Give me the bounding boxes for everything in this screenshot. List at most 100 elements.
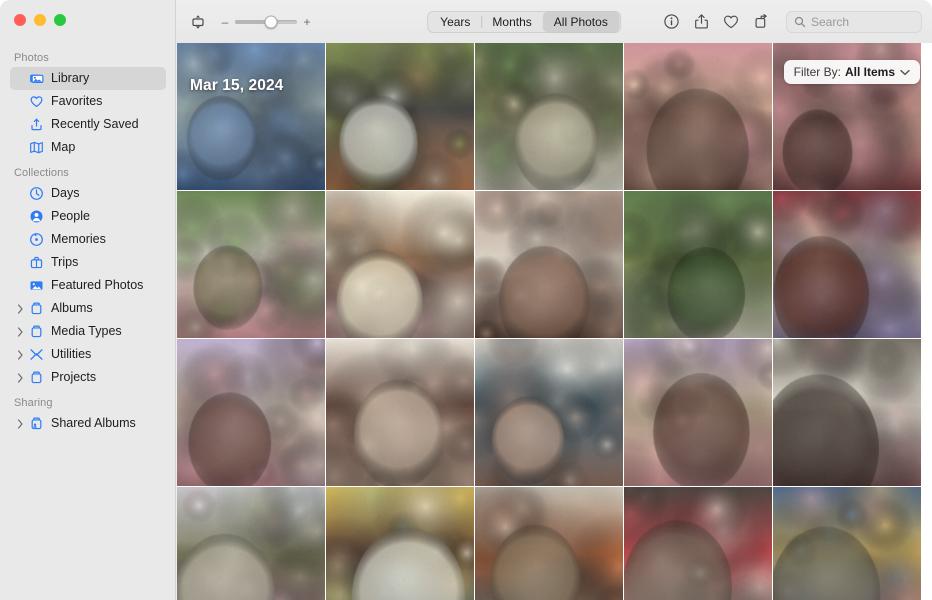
view-mode-years[interactable]: Years: [429, 12, 481, 32]
favorite-heart-icon[interactable]: [718, 10, 744, 34]
toolbar-left-group: – +: [176, 10, 311, 34]
disclosure-chevron-right-icon[interactable]: [14, 418, 26, 429]
disclosure-chevron-right-icon[interactable]: [14, 372, 26, 383]
sidebar-item-albums[interactable]: Albums: [10, 297, 166, 320]
suitcase-icon: [26, 255, 46, 270]
shared-album-icon: [26, 416, 46, 431]
photo-thumbnail[interactable]: [773, 487, 921, 600]
minimize-button[interactable]: [34, 14, 46, 26]
photo-thumbnail[interactable]: [326, 339, 474, 486]
photo-thumbnail[interactable]: [177, 339, 325, 486]
photo-image: [624, 487, 772, 600]
photo-thumbnail[interactable]: [624, 43, 772, 190]
sidebar-item-people[interactable]: People: [10, 205, 166, 228]
photo-thumbnail[interactable]: [326, 191, 474, 338]
info-icon[interactable]: [658, 10, 684, 34]
sidebar-item-recently-saved[interactable]: Recently Saved: [10, 113, 166, 136]
share-icon[interactable]: [688, 10, 714, 34]
photo-image: [773, 339, 921, 486]
photo-thumbnail[interactable]: [475, 487, 623, 600]
sidebar-item-trips[interactable]: Trips: [10, 251, 166, 274]
sidebar-toggle-icon[interactable]: [185, 10, 211, 34]
close-button[interactable]: [14, 14, 26, 26]
photo-thumbnail[interactable]: [177, 191, 325, 338]
memories-icon: [26, 232, 46, 247]
window-controls: [14, 14, 66, 26]
sidebar-item-label: Memories: [51, 232, 106, 247]
photo-image: [624, 191, 772, 338]
disclosure-chevron-right-icon[interactable]: [14, 326, 26, 337]
photo-thumbnail[interactable]: [773, 339, 921, 486]
search-icon: [794, 16, 806, 27]
search-input[interactable]: Search: [786, 10, 922, 33]
album-icon: [26, 370, 46, 385]
photo-thumbnail[interactable]: [475, 339, 623, 486]
rotate-icon[interactable]: [748, 10, 774, 34]
photo-image: [475, 191, 623, 338]
view-mode-months[interactable]: Months: [481, 12, 542, 32]
view-mode-all-photos[interactable]: All Photos: [542, 11, 619, 32]
sidebar-section-header: Collections: [14, 167, 69, 179]
photo-grid-area: Mar 15, 2024 Filter By: All Items: [177, 43, 932, 600]
zoom-slider-thumb[interactable]: [264, 15, 278, 28]
photo-image: [326, 339, 474, 486]
sidebar-item-featured-photos[interactable]: Featured Photos: [10, 274, 166, 297]
sidebar-item-label: Projects: [51, 370, 97, 385]
map-icon: [26, 140, 46, 155]
sidebar-item-label: Featured Photos: [51, 278, 144, 293]
photo-thumbnail[interactable]: [624, 339, 772, 486]
sidebar-item-label: Library: [51, 71, 90, 86]
photo-image: [773, 487, 921, 600]
utilities-icon: [26, 347, 46, 362]
recently-saved-icon: [26, 117, 46, 132]
photo-image: [177, 487, 325, 600]
library-icon: [26, 71, 46, 86]
sidebar-item-label: Utilities: [51, 347, 92, 362]
view-mode-segmented-control[interactable]: Years Months All Photos: [427, 10, 621, 33]
sidebar-item-shared-albums[interactable]: Shared Albums: [10, 412, 166, 435]
sidebar-item-label: Days: [51, 186, 80, 201]
photo-thumbnail[interactable]: [624, 487, 772, 600]
photo-thumbnail[interactable]: [773, 191, 921, 338]
disclosure-chevron-right-icon[interactable]: [14, 303, 26, 314]
scrollbar-thumb[interactable]: [924, 47, 930, 197]
sidebar-item-media-types[interactable]: Media Types: [10, 320, 166, 343]
zoom-in-label[interactable]: +: [303, 16, 311, 28]
maximize-button[interactable]: [54, 14, 66, 26]
photo-thumbnail[interactable]: [475, 191, 623, 338]
photo-image: [326, 191, 474, 338]
photo-image: [624, 339, 772, 486]
search-placeholder: Search: [811, 14, 850, 29]
person-icon: [26, 209, 46, 224]
featured-photos-icon: [26, 278, 46, 293]
photo-image: [773, 191, 921, 338]
sidebar-item-memories[interactable]: Memories: [10, 228, 166, 251]
sidebar-item-label: Shared Albums: [51, 416, 136, 431]
sidebar-item-utilities[interactable]: Utilities: [10, 343, 166, 366]
sidebar-item-map[interactable]: Map: [10, 136, 166, 159]
disclosure-chevron-right-icon[interactable]: [14, 349, 26, 360]
zoom-out-label[interactable]: –: [221, 16, 229, 28]
sidebar: Photos Library Favorites Recently Saved Map C…: [0, 0, 176, 600]
photo-image: [177, 191, 325, 338]
photo-image: [624, 43, 772, 190]
photo-thumbnail[interactable]: [475, 43, 623, 190]
sidebar-section-header: Sharing: [14, 397, 53, 409]
zoom-slider[interactable]: – +: [221, 15, 311, 28]
vertical-scrollbar[interactable]: [921, 43, 932, 600]
chevron-down-icon: [900, 69, 910, 76]
photo-thumbnail[interactable]: [177, 43, 325, 190]
sidebar-item-days[interactable]: Days: [10, 182, 166, 205]
photo-image: [326, 487, 474, 600]
sidebar-item-favorites[interactable]: Favorites: [10, 90, 166, 113]
photo-thumbnail[interactable]: [326, 43, 474, 190]
filter-by-value: All Items: [844, 65, 895, 79]
sidebar-item-projects[interactable]: Projects: [10, 366, 166, 389]
photo-thumbnail[interactable]: [624, 191, 772, 338]
filter-by-dropdown[interactable]: Filter By: All Items: [783, 60, 920, 84]
album-icon: [26, 301, 46, 316]
photo-thumbnail[interactable]: [177, 487, 325, 600]
sidebar-item-library[interactable]: Library: [10, 67, 166, 90]
zoom-slider-track[interactable]: [235, 15, 297, 28]
photo-thumbnail[interactable]: [326, 487, 474, 600]
